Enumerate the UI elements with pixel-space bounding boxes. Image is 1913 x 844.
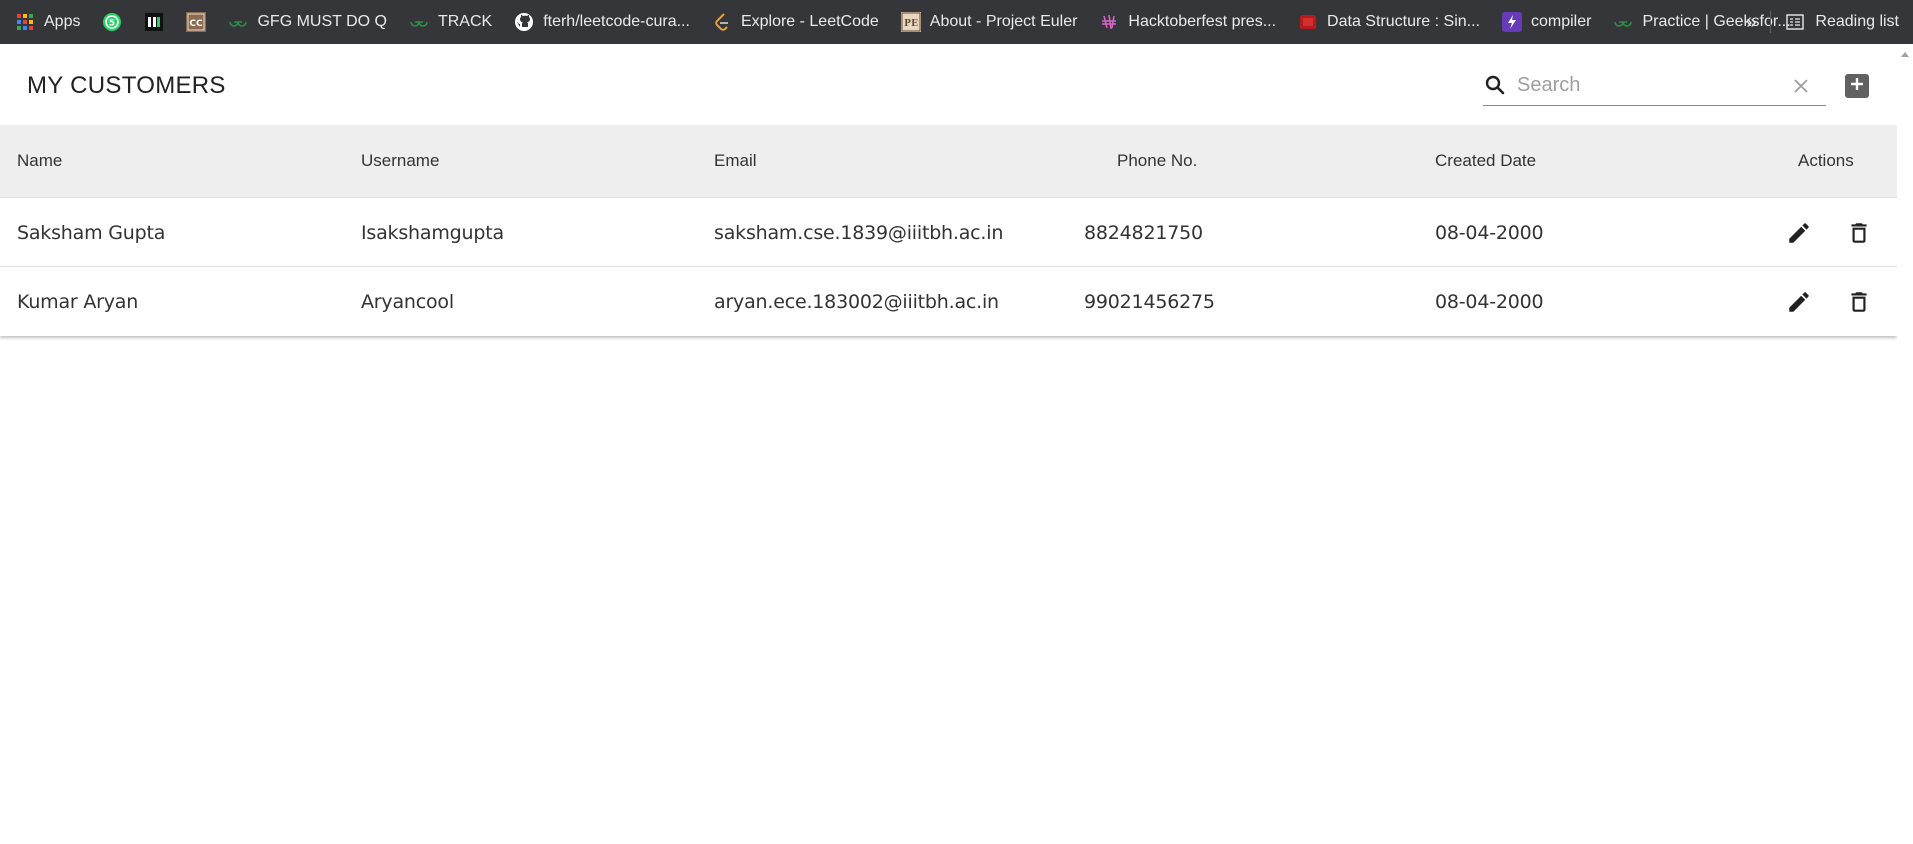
bookmark-label: TRACK (437, 13, 493, 30)
bookmarks-overflow-button[interactable]: » (1746, 12, 1756, 33)
cell-name: Kumar Aryan (17, 291, 139, 313)
svg-text:P: P (904, 19, 911, 29)
column-header-created-date[interactable]: Created Date (1435, 151, 1536, 171)
cell-email: aryan.ece.183002@iiitbh.ac.in (714, 291, 999, 313)
bookmark-gfg-must-do[interactable]: GFG MUST DO Q (228, 0, 387, 44)
table-header-row: Name Username Email Phone No. Created Da… (0, 125, 1897, 198)
bookmark-label: About - Project Euler (929, 13, 1078, 30)
bookmark-whatsapp[interactable]: 5 (102, 0, 122, 44)
leetcode-icon (712, 12, 732, 32)
search-icon (1483, 73, 1507, 97)
column-header-phone[interactable]: Phone No. (1117, 151, 1197, 171)
bookmarks-bar: Apps 5 CC GFG MUST DO Q TRACK fterh/leet… (0, 0, 1913, 44)
bookmark-compiler[interactable]: compiler (1502, 0, 1591, 44)
svg-text:CC: CC (190, 19, 204, 29)
whatsapp-icon: 5 (102, 12, 122, 32)
edit-icon[interactable] (1786, 220, 1812, 246)
add-customer-button[interactable] (1845, 74, 1869, 98)
hackerearth-icon (144, 12, 164, 32)
delete-icon[interactable] (1846, 289, 1872, 315)
bookmark-leetcode[interactable]: Explore - LeetCode (712, 0, 879, 44)
bookmark-label: fterh/leetcode-cura... (543, 13, 690, 30)
bookmark-track[interactable]: TRACK (409, 0, 492, 44)
column-header-email[interactable]: Email (714, 151, 757, 171)
cell-username: Aryancool (361, 291, 454, 313)
cell-username: Isakshamgupta (361, 222, 504, 244)
lightning-icon (1502, 12, 1522, 32)
delete-icon[interactable] (1846, 220, 1872, 246)
cell-email: saksham.cse.1839@iiitbh.ac.in (714, 222, 1004, 244)
reading-list-label: Reading list (1815, 13, 1899, 30)
vertical-scrollbar[interactable] (1897, 44, 1913, 844)
edit-icon[interactable] (1786, 289, 1812, 315)
cell-created-date: 08-04-2000 (1435, 291, 1544, 313)
bookmark-github[interactable]: fterh/leetcode-cura... (514, 0, 690, 44)
cell-name: Saksham Gupta (17, 222, 166, 244)
bookmark-label: compiler (1531, 13, 1592, 30)
hacktoberfest-icon (1099, 12, 1119, 32)
cell-phone: 8824821750 (1084, 222, 1203, 244)
bookmark-hackerearth[interactable] (144, 0, 164, 44)
table-row: Kumar Aryan Aryancool aryan.ece.183002@i… (0, 267, 1897, 336)
search-input[interactable] (1517, 68, 1777, 102)
gfg-icon (409, 12, 429, 32)
codechef-icon: CC (186, 12, 207, 32)
github-icon (514, 12, 534, 32)
bookmarks-right-area: » Reading list (1746, 0, 1899, 44)
bookmark-label: Data Structure : Sin... (1327, 13, 1480, 30)
reading-list-button[interactable]: Reading list (1785, 12, 1899, 32)
plus-icon (1850, 77, 1864, 96)
bookmark-apps[interactable]: Apps (15, 0, 80, 44)
bookmark-label: Explore - LeetCode (740, 13, 879, 30)
table-row: Saksham Gupta Isakshamgupta saksham.cse.… (0, 198, 1897, 267)
page-title: MY CUSTOMERS (27, 72, 226, 99)
bookmark-label: GFG MUST DO Q (257, 13, 387, 30)
search-field (1483, 66, 1826, 106)
customers-table: Name Username Email Phone No. Created Da… (0, 125, 1897, 336)
cell-created-date: 08-04-2000 (1435, 222, 1544, 244)
svg-text:5: 5 (109, 19, 115, 29)
column-header-name[interactable]: Name (17, 151, 62, 171)
column-header-username[interactable]: Username (361, 151, 439, 171)
bookmark-project-euler[interactable]: PE About - Project Euler (900, 0, 1078, 44)
gfg-icon (1613, 12, 1633, 32)
clear-search-icon[interactable] (1790, 75, 1812, 97)
cell-phone: 99021456275 (1084, 291, 1215, 313)
column-header-actions: Actions (1798, 151, 1854, 170)
reading-list-icon (1785, 12, 1805, 32)
apps-grid-icon (15, 12, 35, 32)
bookmark-label: Apps (44, 13, 81, 30)
project-euler-icon: PE (900, 12, 921, 32)
bookmark-red-icon (1298, 12, 1318, 32)
bookmark-label: Hacktoberfest pres... (1128, 13, 1277, 30)
bookmark-codechef[interactable]: CC (186, 0, 207, 44)
page-content: MY CUSTOMERS Name Username Email Phone N… (0, 44, 1897, 844)
bookmark-hacktoberfest[interactable]: Hacktoberfest pres... (1099, 0, 1276, 44)
svg-text:E: E (911, 19, 918, 29)
bookmark-data-structure[interactable]: Data Structure : Sin... (1298, 0, 1480, 44)
gfg-icon (228, 12, 248, 32)
bookmarks-divider (1770, 11, 1772, 33)
scroll-up-arrow-icon[interactable] (1901, 52, 1909, 57)
customers-toolbar: MY CUSTOMERS (0, 44, 1897, 125)
